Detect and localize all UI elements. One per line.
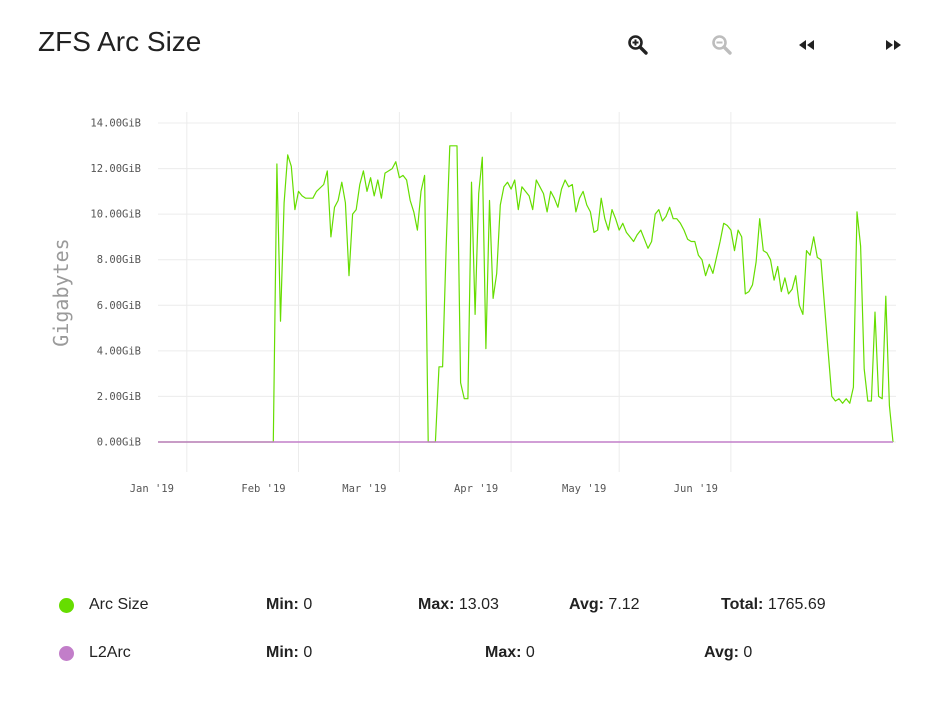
x-tick-label: Jun '19 [674,483,718,495]
y-tick-label: 0.00GiB [97,437,141,449]
y-tick-label: 12.00GiB [90,163,141,175]
arc-size-max: Max: 13.03 [418,596,499,613]
fast-forward-icon [886,40,901,50]
arc-size-avg: Avg: 7.12 [569,596,640,613]
zoom-out-icon [712,35,732,55]
y-tick-label: 14.00GiB [90,118,141,130]
y-tick-label: 6.00GiB [97,300,141,312]
legend-series-name: Arc Size [89,596,149,613]
legend-row-arc-size[interactable]: Arc Size Min: 0 Max: 13.03 Avg: 7.12 Tot… [0,590,937,620]
legend-series-name: L2Arc [89,644,131,661]
x-tick-label: Feb '19 [241,483,285,495]
arc-size-total: Total: 1765.69 [721,596,826,613]
y-tick-label: 2.00GiB [97,391,141,403]
arc-size-color-dot [59,598,74,613]
zoom-in-icon [628,35,648,55]
x-tick-label: Jan '19 [130,483,174,495]
arc-size-series-line [158,145,894,443]
rewind-icon [799,40,814,50]
x-tick-label: Mar '19 [342,483,386,495]
x-tick-label: Apr '19 [454,483,498,495]
zoom-out-button[interactable] [707,30,737,60]
zoom-in-button[interactable] [623,30,653,60]
rewind-button[interactable] [792,30,822,60]
y-tick-label: 8.00GiB [97,254,141,266]
l2arc-max: Max: 0 [485,644,535,661]
chart-toolbar [0,30,937,60]
fast-forward-button[interactable] [878,30,908,60]
l2arc-color-dot [59,646,74,661]
x-tick-label: May '19 [562,483,606,495]
y-tick-label: 4.00GiB [97,345,141,357]
l2arc-min: Min: 0 [266,644,313,661]
legend-row-l2arc[interactable]: L2Arc Min: 0 Max: 0 Avg: 0 [0,638,937,668]
y-axis-label: Gigabytes [49,238,73,346]
l2arc-avg: Avg: 0 [704,644,753,661]
y-tick-label: 10.00GiB [90,209,141,221]
arc-size-chart: 0.00GiB 2.00GiB 4.00GiB 6.00GiB 8.00GiB 10.00… [49,112,896,495]
arc-size-min: Min: 0 [266,596,313,613]
